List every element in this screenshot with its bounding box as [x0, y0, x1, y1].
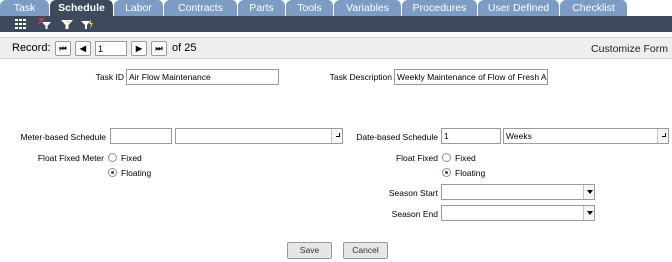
filter-icon[interactable]	[60, 18, 74, 30]
date-unit-select[interactable]: Weeks	[503, 128, 669, 144]
date-schedule-label: Date-based Schedule	[356, 132, 438, 142]
record-label: Record:	[12, 42, 51, 54]
next-record-button[interactable]: ▶	[131, 41, 147, 56]
task-id-label: Task ID	[95, 72, 124, 82]
record-navigator: Record: ⏮ ◀ ▶ ⏭ of 25 Customize Form	[0, 37, 672, 59]
tab-parts[interactable]: Parts	[238, 0, 286, 16]
date-value-field[interactable]: 1	[441, 128, 501, 144]
meter-schedule-label: Meter-based Schedule	[20, 132, 106, 142]
task-description-label: Task Description	[329, 72, 392, 82]
season-end-label: Season End	[391, 209, 438, 219]
meter-floating-radio[interactable]	[108, 168, 117, 177]
toolbar	[0, 16, 672, 32]
previous-record-button[interactable]: ◀	[75, 41, 91, 56]
task-description-field[interactable]: Weekly Maintenance of Flow of Fresh Ai	[394, 69, 548, 85]
float-fixed-meter-label: Float Fixed Meter	[37, 153, 104, 163]
record-count: of 25	[172, 42, 197, 54]
last-record-button[interactable]: ⏭	[151, 41, 167, 56]
tab-variables[interactable]: Variables	[334, 0, 402, 16]
season-end-dropdown-icon[interactable]	[583, 206, 594, 220]
meter-floating-label: Floating	[121, 168, 152, 178]
record-number-input[interactable]	[95, 41, 127, 56]
tab-procedures[interactable]: Procedures	[402, 0, 478, 16]
date-floating-radio[interactable]	[442, 168, 451, 177]
tab-user-defined[interactable]: User Defined	[478, 0, 560, 16]
meter-value-field[interactable]	[110, 128, 172, 144]
tab-contracts[interactable]: Contracts	[164, 0, 238, 16]
first-record-button[interactable]: ⏮	[55, 41, 71, 56]
season-start-dropdown-icon[interactable]	[583, 185, 594, 199]
quick-filter-icon[interactable]	[80, 18, 94, 30]
tab-schedule[interactable]: Schedule	[50, 0, 114, 16]
tab-checklist[interactable]: Checklist	[560, 0, 628, 16]
meter-fixed-label: Fixed	[121, 153, 142, 163]
customize-form-link[interactable]: Customize Form	[591, 43, 668, 55]
meter-unit-select[interactable]	[175, 128, 343, 144]
meter-fixed-radio[interactable]	[108, 153, 117, 162]
season-end-select[interactable]	[441, 205, 595, 221]
date-fixed-label: Fixed	[455, 153, 476, 163]
tab-bar: Task Schedule Labor Contracts Parts Tool…	[0, 0, 672, 16]
date-floating-label: Floating	[455, 168, 486, 178]
date-unit-value: Weeks	[506, 131, 532, 141]
season-start-select[interactable]	[441, 184, 595, 200]
clear-filter-icon[interactable]	[38, 18, 52, 30]
tab-labor[interactable]: Labor	[114, 0, 164, 16]
date-fixed-radio[interactable]	[442, 153, 451, 162]
tab-task[interactable]: Task	[0, 0, 50, 16]
grid-icon[interactable]	[14, 18, 28, 30]
tab-tools[interactable]: Tools	[286, 0, 334, 16]
float-fixed-label: Float Fixed	[395, 153, 438, 163]
save-button[interactable]: Save	[287, 242, 332, 259]
task-id-field[interactable]: Air Flow Maintenance	[126, 69, 279, 85]
cancel-button[interactable]: Cancel	[343, 242, 388, 259]
date-unit-dropdown-icon[interactable]	[657, 129, 668, 143]
season-start-label: Season Start	[388, 188, 438, 198]
